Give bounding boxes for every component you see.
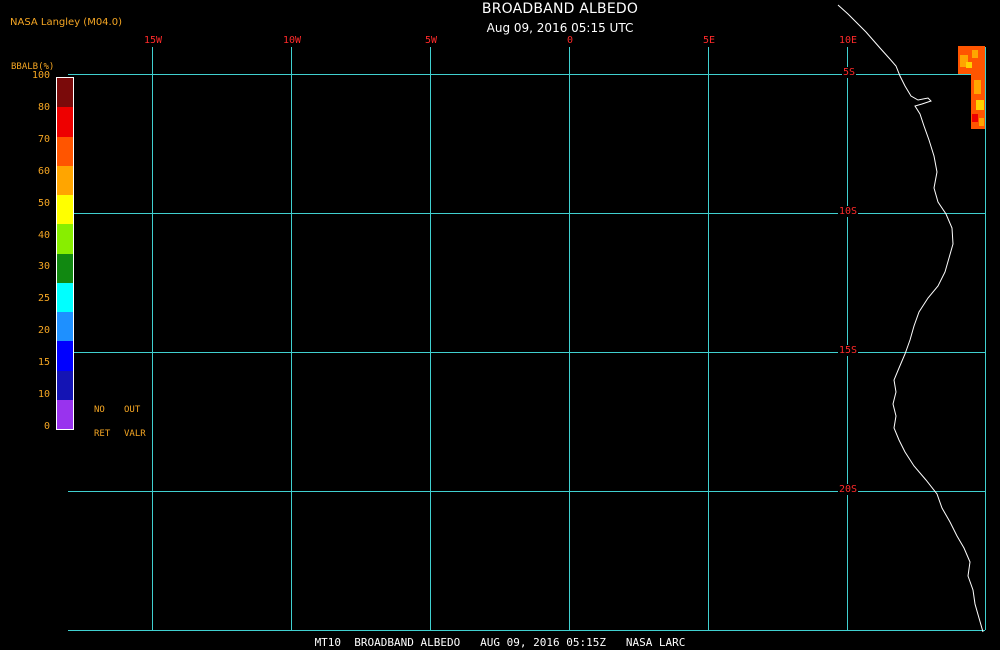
colorbar-swatch bbox=[57, 78, 73, 108]
colorbar-label: 30 bbox=[37, 261, 50, 273]
colorbar-label: 70 bbox=[37, 133, 50, 145]
colorbar-label: 40 bbox=[37, 229, 50, 241]
colorbar-swatch bbox=[57, 282, 73, 312]
colorbar bbox=[56, 77, 74, 430]
colorbar-swatch bbox=[57, 399, 73, 429]
colorbar-swatch bbox=[57, 136, 73, 166]
lat-label-10s: 10S bbox=[838, 206, 859, 217]
lon-label-10e: 10E bbox=[838, 35, 858, 46]
no-label: NO bbox=[94, 405, 105, 415]
colorbar-label: 100 bbox=[31, 70, 50, 81]
albedo-patch bbox=[958, 46, 985, 129]
lon-label-10w: 10W bbox=[282, 35, 302, 46]
lon-label-0: 0 bbox=[566, 35, 574, 46]
lon-label-5w: 5W bbox=[424, 35, 438, 46]
colorbar-label: 50 bbox=[37, 197, 50, 209]
graticule bbox=[68, 47, 986, 631]
colorbar-swatch bbox=[57, 312, 73, 342]
colorbar-swatch bbox=[57, 165, 73, 195]
colorbar-label: 60 bbox=[37, 165, 50, 177]
colorbar-swatch bbox=[57, 195, 73, 225]
ret-label: RET bbox=[94, 429, 111, 439]
colorbar-swatch bbox=[57, 107, 73, 137]
colorbar-swatch bbox=[57, 253, 73, 283]
coastline bbox=[837, 4, 984, 633]
colorbar-label: 10 bbox=[37, 389, 50, 401]
colorbar-label: 80 bbox=[37, 101, 50, 113]
valr-label: VALR bbox=[124, 429, 146, 439]
colorbar-label: 0 bbox=[43, 421, 50, 432]
colorbar-swatch bbox=[57, 341, 73, 371]
lat-label-15s: 15S bbox=[838, 345, 859, 356]
colorbar-label: 20 bbox=[37, 325, 50, 337]
colorbar-label: 15 bbox=[37, 357, 50, 369]
map-canvas bbox=[68, 4, 986, 633]
colorbar-label: 25 bbox=[37, 293, 50, 305]
lon-label-15w: 15W bbox=[143, 35, 163, 46]
colorbar-swatch bbox=[57, 224, 73, 254]
lat-label-20s: 20S bbox=[838, 484, 859, 495]
colorbar-swatch bbox=[57, 370, 73, 400]
lat-label-5s: 5S bbox=[842, 67, 857, 78]
footer-caption: MT10 BROADBAND ALBEDO AUG 09, 2016 05:15… bbox=[314, 636, 686, 649]
lon-label-5e: 5E bbox=[702, 35, 716, 46]
out-label: OUT bbox=[124, 405, 141, 415]
